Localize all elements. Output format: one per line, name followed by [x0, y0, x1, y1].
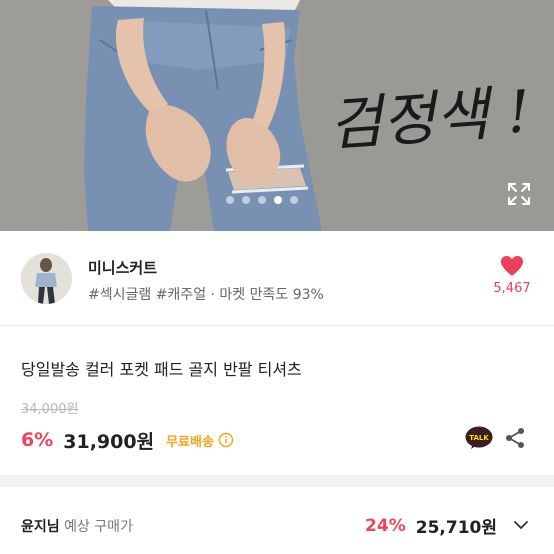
seller-tags: #섹시글램 #캐주얼 · 마켓 만족도 93% — [88, 287, 324, 303]
price-row: 6% 31,900원 무료배송 — [21, 428, 234, 453]
seller-section: 미니스커트 #섹시글램 #캐주얼 · 마켓 만족도 93% 5,467 — [0, 231, 554, 325]
member-expected-price: 25,710원 — [415, 518, 497, 538]
product-title: 당일발송 컬러 포켓 패드 골지 반팔 티셔츠 — [21, 360, 302, 379]
member-price-row[interactable]: 윤지님 예상 구매가 24% 25,710원 — [0, 487, 554, 554]
free-shipping-label[interactable]: 무료배송 — [166, 431, 214, 450]
like-count: 5,467 — [493, 281, 531, 296]
carousel-indicator — [226, 196, 298, 204]
info-icon[interactable] — [218, 432, 234, 448]
carousel-dot-1[interactable] — [226, 196, 234, 204]
kakaotalk-icon[interactable]: TALK — [465, 426, 493, 450]
seller-name[interactable]: 미니스커트 — [88, 257, 157, 278]
sale-price: 31,900원 — [63, 430, 155, 453]
divider — [0, 325, 554, 326]
discount-rate: 6% — [21, 429, 54, 451]
handwritten-caption: 검정색 ! — [326, 77, 532, 159]
member-discount-rate: 24% — [365, 515, 406, 536]
svg-text:TALK: TALK — [469, 434, 489, 442]
like-button[interactable]: 5,467 — [486, 255, 538, 296]
member-price-label: 예상 구매가 — [64, 519, 133, 535]
carousel-dot-5[interactable] — [290, 196, 298, 204]
expand-icon[interactable] — [506, 181, 532, 207]
product-image-carousel[interactable]: 검정색 ! — [0, 0, 554, 231]
heart-icon — [501, 256, 523, 276]
section-separator — [0, 475, 554, 487]
member-name: 윤지님 — [21, 519, 60, 535]
original-price: 34,000원 — [21, 402, 79, 417]
carousel-dot-4[interactable] — [274, 196, 282, 204]
carousel-dot-3[interactable] — [258, 196, 266, 204]
carousel-dot-2[interactable] — [242, 196, 250, 204]
avatar[interactable] — [21, 253, 72, 304]
share-icon[interactable] — [504, 427, 526, 449]
chevron-down-icon[interactable] — [512, 516, 530, 534]
